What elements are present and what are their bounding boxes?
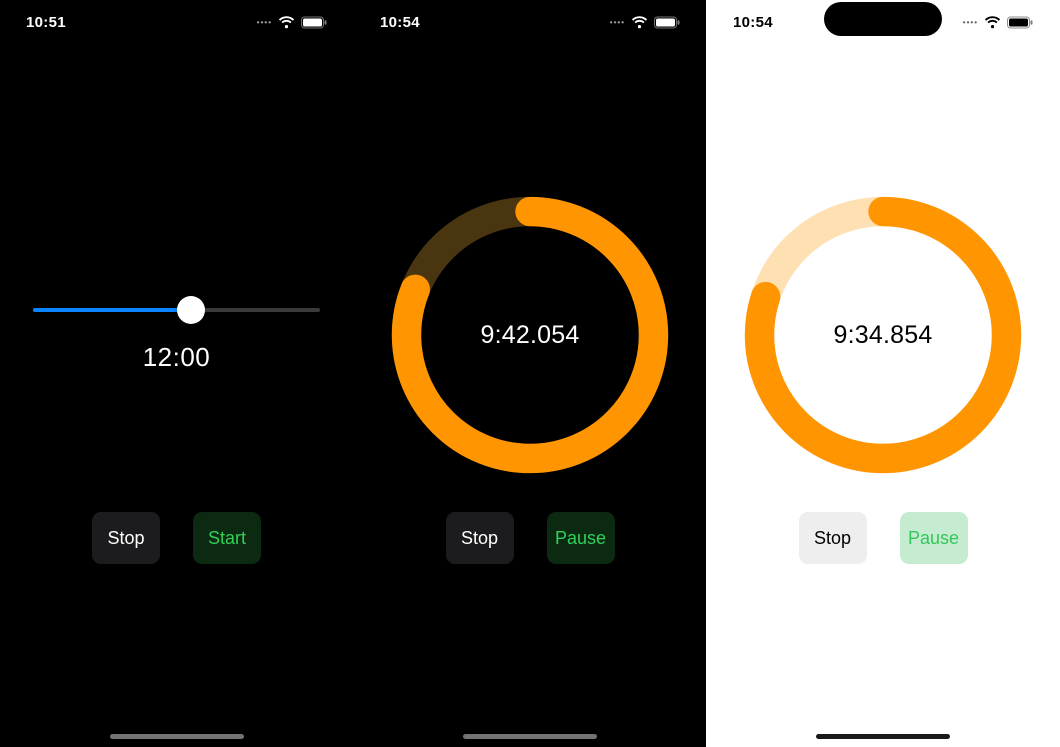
status-time: 10:54	[733, 14, 773, 31]
battery-icon	[1007, 16, 1033, 29]
slider-thumb[interactable]	[177, 296, 205, 324]
battery-icon	[301, 16, 327, 29]
status-time: 10:51	[26, 14, 66, 31]
status-right: ••••	[610, 16, 680, 29]
status-time: 10:54	[380, 14, 420, 31]
status-right: ••••	[257, 16, 327, 29]
stop-button[interactable]: Stop	[92, 512, 160, 564]
countdown-time-label: 9:34.854	[736, 188, 1030, 482]
cellular-icon: ••••	[963, 18, 978, 27]
button-label: Stop	[814, 528, 851, 549]
status-bar: 10:54 ••••	[354, 0, 706, 44]
pause-button[interactable]: Pause	[547, 512, 615, 564]
button-row: Stop Pause	[354, 512, 706, 564]
button-row: Stop Start	[0, 512, 353, 564]
stop-button[interactable]: Stop	[446, 512, 514, 564]
home-indicator[interactable]	[110, 734, 244, 739]
timer-slider-area: 12:00	[33, 296, 320, 373]
countdown-time-label: 9:42.054	[383, 188, 677, 482]
countdown-ring: 9:34.854	[736, 188, 1030, 482]
duration-slider[interactable]	[33, 296, 320, 324]
status-bar: 10:51 ••••	[0, 0, 353, 44]
wifi-icon	[278, 16, 295, 29]
home-indicator[interactable]	[816, 734, 950, 739]
button-label: Pause	[555, 528, 606, 549]
pause-button[interactable]: Pause	[900, 512, 968, 564]
button-label: Stop	[461, 528, 498, 549]
battery-icon	[654, 16, 680, 29]
home-indicator[interactable]	[463, 734, 597, 739]
phone-screen-3: 10:54 •••• 9:34.854 Stop Pause	[706, 0, 1059, 747]
status-bar: 10:54 ••••	[707, 0, 1059, 44]
countdown-ring: 9:42.054	[383, 188, 677, 482]
wifi-icon	[631, 16, 648, 29]
start-button[interactable]: Start	[193, 512, 261, 564]
cellular-icon: ••••	[610, 18, 625, 27]
cellular-icon: ••••	[257, 18, 272, 27]
slider-value-label: 12:00	[143, 342, 211, 373]
wifi-icon	[984, 16, 1001, 29]
button-label: Pause	[908, 528, 959, 549]
phone-screen-1: 10:51 •••• 12:00 Stop Start	[0, 0, 353, 747]
slider-track-fill	[33, 308, 191, 312]
phone-screen-2: 10:54 •••• 9:42.054 Stop Pause	[353, 0, 706, 747]
button-label: Stop	[107, 528, 144, 549]
stop-button[interactable]: Stop	[799, 512, 867, 564]
button-label: Start	[208, 528, 246, 549]
button-row: Stop Pause	[707, 512, 1059, 564]
status-right: ••••	[963, 16, 1033, 29]
